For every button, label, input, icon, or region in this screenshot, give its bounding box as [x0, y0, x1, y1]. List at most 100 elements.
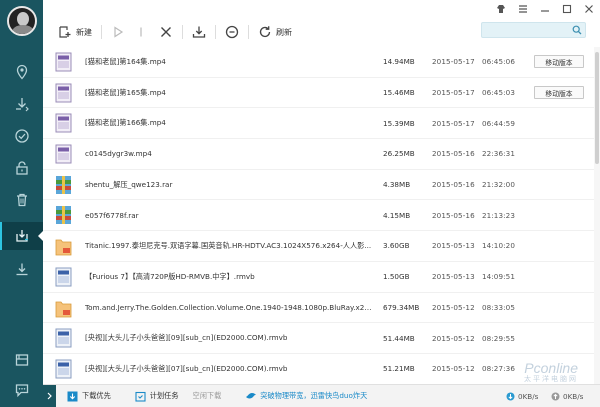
file-row[interactable]: [猫和老鼠]第165集.mp4 15.46MB 2015-05-17 06:45:0…	[43, 78, 600, 109]
idle-download-label[interactable]: 空闲下载	[193, 391, 222, 401]
lock-icon[interactable]	[0, 154, 43, 182]
file-date: 2015-05-13	[432, 241, 475, 251]
file-name[interactable]: [猫和老鼠]第166集.mp4	[85, 118, 375, 128]
file-size: 4.15MB	[383, 210, 411, 220]
file-name[interactable]: [猫和老鼠]第165集.mp4	[85, 88, 375, 98]
toolbar-divider	[101, 25, 102, 39]
minus-circle-icon	[225, 25, 239, 39]
file-row[interactable]: [央视][大头儿子小头爸爸][07][sub_cn](ED2000.COM).r…	[43, 354, 600, 384]
file-row[interactable]: [猫和老鼠]第166集.mp4 15.39MB 2015-05-17 06:44:5…	[43, 108, 600, 140]
avatar[interactable]	[7, 6, 37, 36]
expand-button[interactable]	[43, 385, 56, 407]
upload-speed: 0KB/s	[551, 392, 583, 401]
cloud-download-icon[interactable]	[0, 222, 43, 250]
file-time: 14:10:20	[481, 241, 516, 251]
location-icon[interactable]	[0, 58, 43, 86]
start-button[interactable]	[106, 22, 130, 42]
file-size: 679.34MB	[383, 302, 420, 312]
file-row[interactable]: Tom.and.Jerry.The.Golden.Collection.Volu…	[43, 293, 600, 324]
scheduled-task-label: 计划任务	[149, 391, 179, 400]
refresh-button[interactable]: 刷新	[253, 22, 297, 42]
new-task-button[interactable]: 新建	[53, 22, 97, 42]
file-name[interactable]: [央视][大头儿子小头爸爸][09][sub_cn](ED2000.COM).r…	[85, 333, 375, 343]
download-fast-icon[interactable]	[0, 90, 43, 118]
download-button[interactable]	[187, 22, 211, 42]
promo-link[interactable]: 突破物理带宽，迅雷快鸟duo炸天	[245, 391, 367, 401]
trash-icon[interactable]	[0, 186, 43, 214]
file-time: 06:45:06	[481, 57, 516, 67]
file-date: 2015-05-17	[432, 57, 475, 67]
file-name[interactable]: c0145dygr3w.mp4	[85, 149, 375, 158]
file-name[interactable]: Tom.and.Jerry.The.Golden.Collection.Volu…	[85, 303, 375, 312]
file-row[interactable]: Titanic.1997.泰坦尼克号.双语字幕.国英音轨.HR-HDTV.AC3…	[43, 231, 600, 262]
bt-file-icon	[55, 236, 72, 256]
toolbar: 新建 刷新	[43, 18, 600, 46]
search-box	[481, 22, 586, 38]
file-datetime: 2015-05-12 08:29:55	[432, 334, 515, 343]
search-input[interactable]	[482, 23, 567, 37]
file-time: 22:36:31	[481, 149, 516, 159]
pause-icon	[140, 27, 142, 37]
file-size: 14.94MB	[383, 57, 415, 67]
file-date: 2015-05-12	[432, 302, 475, 312]
file-date: 2015-05-13	[432, 272, 475, 282]
move-version-button[interactable]: 移动版本	[534, 86, 584, 100]
file-name[interactable]: [猫和老鼠]第164集.mp4	[85, 57, 375, 67]
file-name[interactable]: e057f6778f.rar	[85, 211, 375, 220]
file-row[interactable]: [猫和老鼠]第164集.mp4 14.94MB 2015-05-17 06:45:0…	[43, 47, 600, 78]
x-icon	[161, 27, 171, 37]
file-name[interactable]: Titanic.1997.泰坦尼克号.双语字幕.国英音轨.HR-HDTV.AC3…	[85, 241, 375, 251]
file-row[interactable]: [央视][大头儿子小头爸爸][09][sub_cn](ED2000.COM).r…	[43, 323, 600, 354]
file-row[interactable]: shentu_解压_qwe123.rar 4.38MB 2015-05-16 21:…	[43, 170, 600, 201]
file-datetime: 2015-05-12 08:33:05	[432, 303, 515, 312]
arrow-down-icon	[506, 392, 515, 400]
file-row[interactable]: e057f6778f.rar 4.15MB 2015-05-16 21:13:23	[43, 200, 600, 232]
file-name[interactable]: 【Furious 7】【高清720P版HD-RMVB.中字】.rmvb	[85, 272, 375, 282]
download-speed: 0KB/s	[506, 392, 538, 401]
file-datetime: 2015-05-13 14:10:20	[432, 241, 515, 250]
file-time: 06:44:59	[481, 118, 516, 128]
rmvb-file-icon	[55, 328, 72, 348]
toolbar-divider	[182, 25, 183, 39]
chat-icon[interactable]	[0, 376, 43, 404]
scheduled-task-button[interactable]: 计划任务	[135, 391, 179, 402]
pause-button[interactable]	[130, 22, 154, 42]
menu-icon[interactable]	[518, 4, 528, 14]
mp4-file-icon	[55, 113, 72, 133]
download-tray-icon[interactable]	[0, 256, 43, 284]
file-row[interactable]: c0145dygr3w.mp4 26.25MB 2015-05-16 22:36:3…	[43, 139, 600, 170]
file-date: 2015-05-16	[432, 149, 475, 159]
file-datetime: 2015-05-17 06:45:03	[432, 88, 515, 97]
bird-icon	[246, 393, 257, 399]
app-store-icon[interactable]	[0, 346, 43, 374]
remove-button[interactable]	[220, 22, 244, 42]
window-controls	[496, 4, 594, 14]
download-speed-value: 0KB/s	[518, 391, 539, 401]
refresh-icon	[259, 26, 271, 38]
rmvb-file-icon	[55, 359, 72, 379]
file-row[interactable]: 【Furious 7】【高清720P版HD-RMVB.中字】.rmvb 1.50G…	[43, 262, 600, 293]
close-icon[interactable]	[584, 4, 594, 14]
search-icon[interactable]	[572, 25, 582, 35]
file-date: 2015-05-16	[432, 180, 475, 190]
download-priority-toggle[interactable]: 下载优先	[67, 391, 111, 402]
scrollbar-thumb[interactable]	[595, 52, 599, 164]
watermark: Pconline 太平洋电脑网	[524, 360, 578, 384]
maximize-icon[interactable]	[562, 4, 572, 14]
skin-icon[interactable]	[496, 4, 506, 14]
file-time: 08:33:05	[481, 302, 516, 312]
file-size: 1.50GB	[383, 272, 410, 282]
move-version-button[interactable]: 移动版本	[534, 55, 584, 69]
file-date: 2015-05-17	[432, 118, 475, 128]
new-icon	[59, 26, 71, 38]
file-datetime: 2015-05-13 14:09:51	[432, 272, 515, 281]
arrow-up-icon	[551, 392, 560, 400]
bt-file-icon	[55, 298, 72, 318]
minimize-icon[interactable]	[540, 4, 550, 14]
file-date: 2015-05-16	[432, 210, 475, 220]
completed-check-icon[interactable]	[0, 122, 43, 150]
file-time: 21:13:23	[481, 210, 516, 220]
delete-button[interactable]	[154, 22, 178, 42]
file-name[interactable]: shentu_解压_qwe123.rar	[85, 180, 375, 190]
file-name[interactable]: [央视][大头儿子小头爸爸][07][sub_cn](ED2000.COM).r…	[85, 364, 375, 374]
